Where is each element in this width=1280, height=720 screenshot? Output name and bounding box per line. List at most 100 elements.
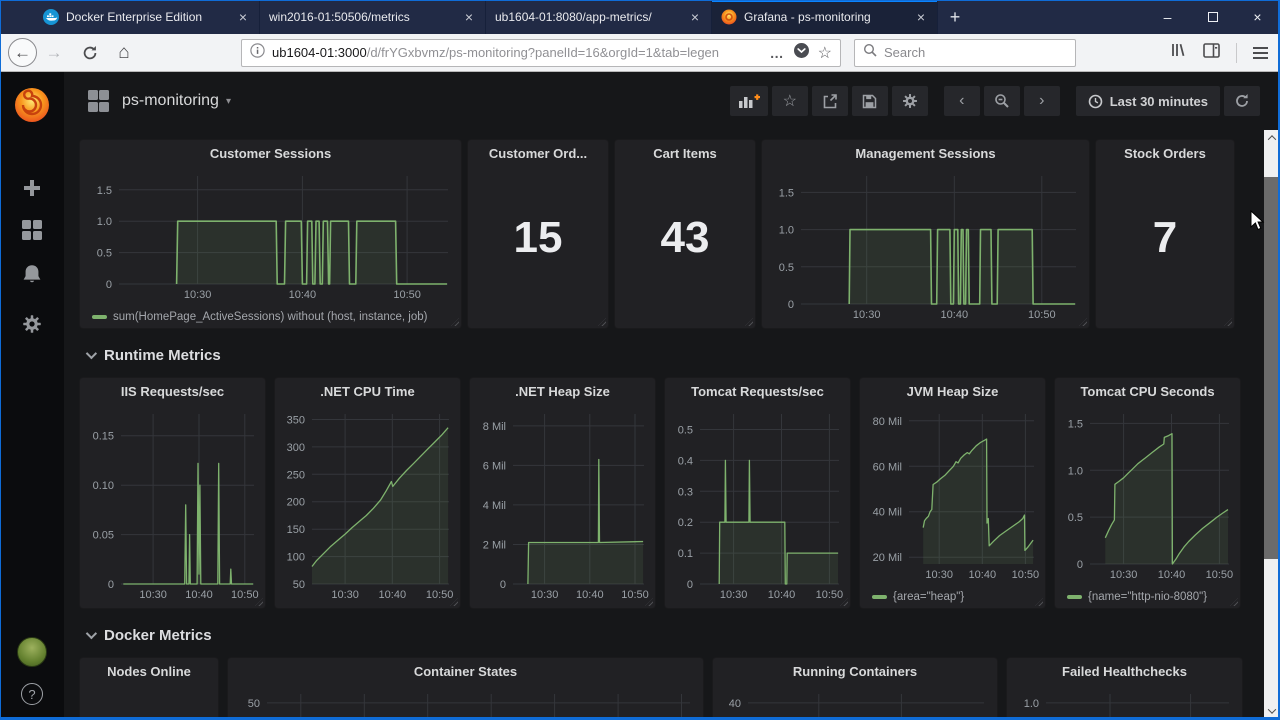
docker-favicon	[43, 9, 59, 25]
bookmark-star-icon[interactable]: ☆	[818, 43, 832, 63]
panel-title[interactable]: Tomcat CPU Seconds	[1055, 378, 1240, 406]
panel-title[interactable]: IIS Requests/sec	[80, 378, 265, 406]
jvm-heap-chart[interactable]: 20 Mil 40 Mil 60 Mil 80 Mil 10:30 10:40 10:50	[865, 406, 1040, 582]
time-range-picker[interactable]: Last 30 minutes	[1075, 86, 1220, 116]
tab-close-icon[interactable]: ×	[236, 9, 250, 25]
user-avatar[interactable]	[17, 637, 47, 667]
close-button[interactable]: ×	[1235, 0, 1280, 34]
panel-dotnet-cpu: .NET CPU Time 50 100 150 200 250 300 350 10:30 1…	[275, 378, 460, 608]
scrollbar-thumb[interactable]	[1264, 177, 1278, 559]
page-actions-icon[interactable]: …	[770, 45, 785, 61]
panel-title[interactable]: JVM Heap Size	[860, 378, 1045, 406]
menu-icon[interactable]	[1253, 46, 1268, 59]
dashboard-settings-button[interactable]	[891, 86, 928, 116]
create-icon[interactable]	[24, 180, 40, 196]
dashboards-icon[interactable]	[22, 220, 42, 240]
resize-handle[interactable]	[1224, 318, 1232, 326]
panel-title[interactable]: Stock Orders	[1096, 140, 1234, 168]
management-sessions-chart[interactable]: 0 0.5 1.0 1.5 10:30 10:40 10:50	[767, 168, 1084, 322]
chevron-down-icon[interactable]: ▾	[226, 96, 231, 107]
panel-failed-healthchecks: Failed Healthchecks 1.0	[1007, 658, 1242, 719]
time-forward-button[interactable]: ›	[1023, 86, 1060, 116]
failed-healthchecks-chart[interactable]: 1.0	[1012, 686, 1237, 719]
minimize-button[interactable]: –	[1145, 0, 1190, 34]
panel-title[interactable]: .NET Heap Size	[470, 378, 655, 406]
tomcat-requests-chart[interactable]: 0 0.1 0.2 0.3 0.4 0.5 10:30 10:40 10:50	[670, 406, 845, 602]
dotnet-heap-chart[interactable]: 0 2 Mil 4 Mil 6 Mil 8 Mil 10:30 10:40 10:50	[475, 406, 650, 602]
configuration-gear-icon[interactable]	[22, 314, 42, 339]
tab-close-icon[interactable]: ×	[688, 9, 702, 25]
running-containers-chart[interactable]: 40	[718, 686, 992, 719]
time-back-button[interactable]: ‹	[943, 86, 980, 116]
resize-handle[interactable]	[451, 318, 459, 326]
tab-close-icon[interactable]: ×	[462, 9, 476, 25]
tab-close-icon[interactable]: ×	[914, 9, 928, 25]
tab-win2016-metrics[interactable]: win2016-01:50506/metrics ×	[260, 0, 486, 34]
sidebar-toggle-icon[interactable]	[1203, 42, 1220, 63]
tab-ub1604-app-metrics[interactable]: ub1604-01:8080/app-metrics/ ×	[486, 0, 712, 34]
panel-title[interactable]: Customer Sessions	[80, 140, 461, 168]
panel-title[interactable]: Tomcat Requests/sec	[665, 378, 850, 406]
dotnet-cpu-chart[interactable]: 50 100 150 200 250 300 350 10:30 10:40 10:50	[280, 406, 455, 602]
dashboard-picker-icon[interactable]	[88, 90, 109, 112]
panel-title[interactable]: Nodes Online	[80, 658, 218, 686]
new-tab-button[interactable]: +	[938, 0, 972, 34]
tab-grafana-active[interactable]: Grafana - ps-monitoring ×	[712, 0, 938, 34]
url-bar[interactable]: ub1604-01:3000/d/frYGxbvmz/ps-monitoring…	[241, 38, 841, 67]
forward-button[interactable]: →	[41, 43, 67, 63]
zoom-out-button[interactable]	[983, 86, 1020, 116]
panel-title[interactable]: Failed Healthchecks	[1007, 658, 1242, 686]
resize-handle[interactable]	[598, 318, 606, 326]
pocket-icon[interactable]	[793, 42, 809, 63]
svg-text:10:40: 10:40	[185, 589, 213, 601]
customer-sessions-chart[interactable]: 0 0.5 1.0 1.5 10:30 10:40 10:50	[85, 168, 456, 302]
panel-title[interactable]: Customer Ord...	[468, 140, 608, 168]
grafana-logo[interactable]	[13, 86, 51, 124]
alerting-bell-icon[interactable]	[22, 264, 42, 290]
chart-legend[interactable]: sum(HomePage_ActiveSessions) without (ho…	[92, 311, 427, 323]
svg-text:0.15: 0.15	[93, 431, 114, 443]
chart-legend[interactable]: {name="http-nio-8080"}	[1067, 591, 1207, 603]
share-dashboard-button[interactable]	[811, 86, 848, 116]
panel-title[interactable]: Management Sessions	[762, 140, 1089, 168]
dashboard-title[interactable]: ps-monitoring	[122, 92, 219, 110]
panel-customer-orders: Customer Ord... 15	[468, 140, 608, 328]
svg-text:8 Mil: 8 Mil	[483, 421, 506, 433]
svg-text:350: 350	[287, 415, 305, 427]
search-bar[interactable]: Search	[854, 38, 1076, 67]
url-text[interactable]: ub1604-01:3000/d/frYGxbvmz/ps-monitoring…	[272, 45, 770, 60]
svg-text:1.0: 1.0	[97, 216, 112, 228]
star-dashboard-button[interactable]: ☆	[771, 86, 808, 116]
section-docker-metrics[interactable]: Docker Metrics	[80, 620, 1264, 650]
svg-text:10:50: 10:50	[1028, 309, 1056, 321]
tomcat-cpu-chart[interactable]: 0 0.5 1.0 1.5 10:30 10:40 10:50	[1060, 406, 1235, 582]
chart-legend[interactable]: {area="heap"}	[872, 591, 964, 603]
library-icon[interactable]	[1169, 42, 1187, 63]
resize-handle[interactable]	[745, 318, 753, 326]
svg-text:10:40: 10:40	[1158, 569, 1186, 581]
panel-title[interactable]: Cart Items	[615, 140, 755, 168]
back-button[interactable]: ←	[8, 38, 37, 67]
resize-handle[interactable]	[1230, 598, 1238, 606]
reload-button[interactable]	[77, 45, 103, 61]
tab-docker-ee[interactable]: Docker Enterprise Edition ×	[34, 0, 260, 34]
svg-text:300: 300	[287, 442, 305, 454]
chevron-down-icon	[85, 347, 98, 360]
help-icon[interactable]: ?	[21, 683, 43, 705]
tab-title: Grafana - ps-monitoring	[744, 10, 871, 24]
container-states-chart[interactable]: 50	[233, 686, 698, 719]
svg-text:10:50: 10:50	[393, 289, 421, 301]
save-dashboard-button[interactable]	[851, 86, 888, 116]
panel-title[interactable]: .NET CPU Time	[275, 378, 460, 406]
refresh-button[interactable]	[1224, 86, 1260, 116]
maximize-button[interactable]	[1190, 0, 1235, 34]
add-panel-button[interactable]	[729, 86, 768, 116]
panel-title[interactable]: Container States	[228, 658, 703, 686]
info-icon[interactable]	[250, 42, 265, 63]
iis-requests-chart[interactable]: 0 0.05 0.10 0.15 10:30 10:40 10:50	[85, 406, 260, 602]
resize-handle[interactable]	[1035, 598, 1043, 606]
panel-title[interactable]: Running Containers	[713, 658, 997, 686]
home-button[interactable]: ⌂	[111, 42, 137, 64]
svg-text:10:30: 10:30	[531, 589, 559, 601]
section-runtime-metrics[interactable]: Runtime Metrics	[80, 340, 1264, 370]
